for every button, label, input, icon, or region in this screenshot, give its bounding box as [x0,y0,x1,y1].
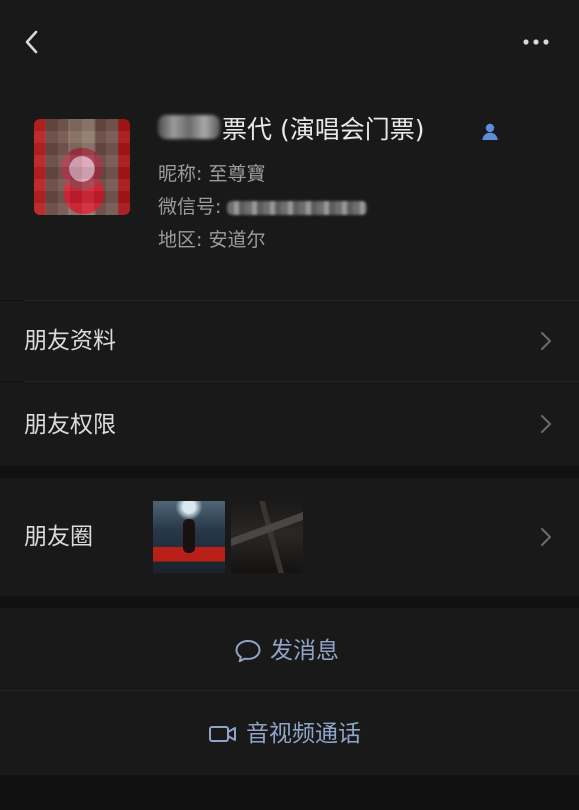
chevron-right-icon [539,526,553,548]
chevron-right-icon [539,413,553,435]
region-line: 地区: 安道尔 [158,229,266,251]
message-bubble-icon [234,638,262,664]
friend-info-label: 朋友资料 [24,328,116,354]
av-call-label: 音视频通话 [246,721,361,747]
moment-thumbnail[interactable] [231,501,303,573]
more-button[interactable] [516,30,556,54]
friend-info-row[interactable]: 朋友资料 [0,301,579,381]
top-bar [0,0,579,86]
name-blur-mask [158,115,220,139]
wechat-id-label: 微信号: [158,196,222,218]
moments-label: 朋友圈 [24,524,93,550]
av-call-button[interactable]: 音视频通话 [0,691,579,775]
back-button[interactable] [14,22,50,62]
nickname-line: 昵称: 至尊寶 [158,163,266,185]
friend-permissions-label: 朋友权限 [24,412,116,438]
chevron-right-icon [539,330,553,352]
chevron-left-icon [25,30,38,54]
wechat-id-blur [227,200,368,215]
friend-permissions-row[interactable]: 朋友权限 [0,382,579,466]
moment-thumbnail[interactable] [153,501,225,573]
send-message-button[interactable]: 发消息 [0,608,579,690]
send-message-label: 发消息 [270,638,339,664]
person-icon [478,120,502,144]
wechat-id-line: 微信号: [158,194,368,220]
avatar[interactable] [34,119,130,215]
profile-name: 票代 (演唱会门票) [222,115,425,144]
video-camera-icon [208,724,238,744]
more-dots-icon [523,39,549,45]
